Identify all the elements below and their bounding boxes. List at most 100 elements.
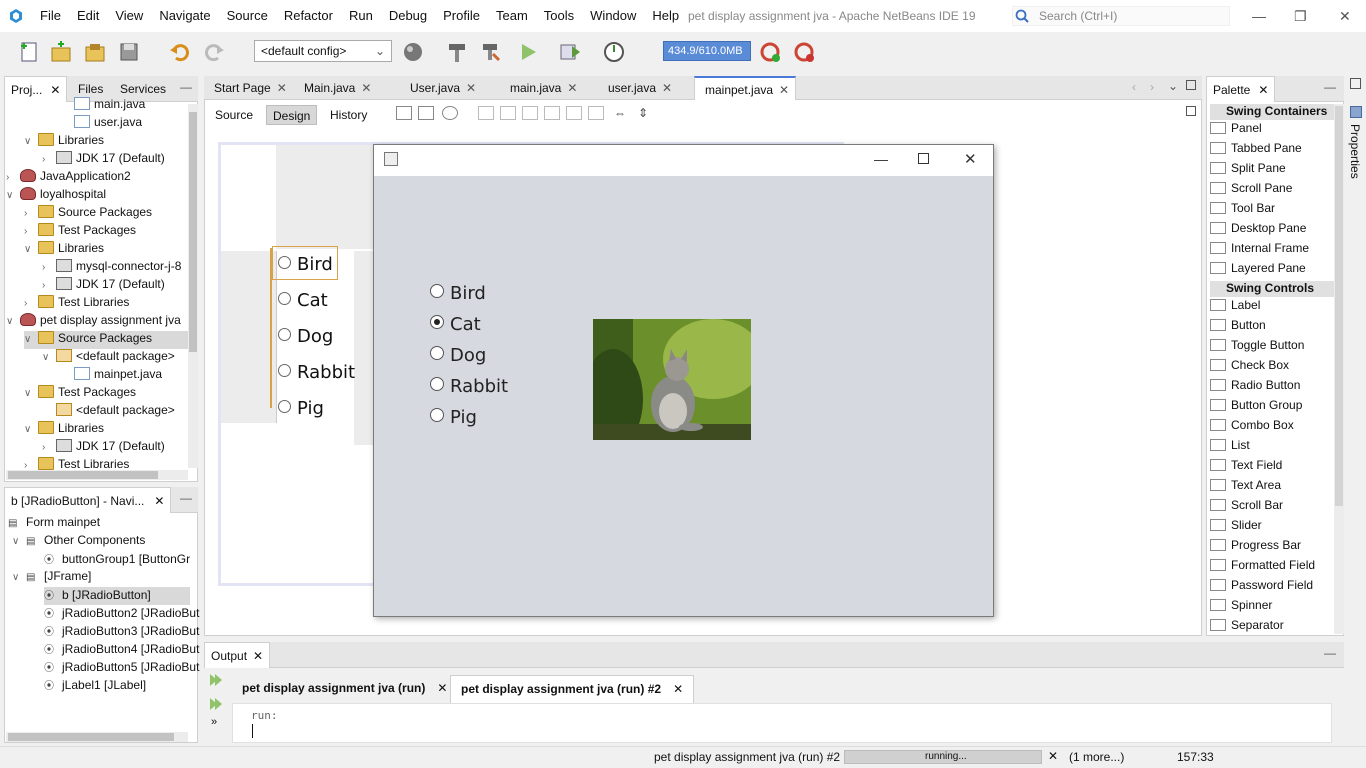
radio-dog[interactable]: Dog <box>430 345 486 366</box>
chevron-down-icon[interactable]: ∨ <box>12 572 22 583</box>
tree-item[interactable]: › JDK 17 (Default) <box>42 151 165 169</box>
chevron-right-icon[interactable]: › <box>24 208 34 219</box>
close-icon[interactable]: ✕ <box>1258 83 1268 97</box>
menu-team[interactable]: Team <box>496 8 536 23</box>
properties-tab[interactable]: Properties <box>1348 124 1362 179</box>
navigator-item[interactable]: ⦿ jRadioButton3 [JRadioBut <box>44 623 199 641</box>
tree-item[interactable]: ∨ pet display assignment jva <box>6 313 181 331</box>
tab-start-page[interactable]: Start Page ✕ <box>204 76 293 100</box>
design-radio-cat[interactable]: Cat <box>278 290 328 311</box>
run-icon[interactable] <box>516 40 540 64</box>
close-icon[interactable]: ✕ <box>673 682 683 696</box>
projects-scrollbar[interactable] <box>188 104 198 468</box>
tree-item[interactable]: ∨ <default package> <box>42 349 175 367</box>
navigator-item[interactable]: ⦿ buttonGroup1 [ButtonGr <box>44 551 190 569</box>
running-app-window[interactable]: — ✕ Bird Cat Dog Rabbit Pig <box>373 144 994 617</box>
tree-item[interactable]: ∨ loyalhospital <box>6 187 106 205</box>
horizontal-resize-icon[interactable]: ⇔ <box>614 106 626 120</box>
palette-item-tool-bar[interactable]: Tool Bar <box>1210 201 1275 221</box>
close-icon[interactable]: ✕ <box>361 81 371 95</box>
chevron-down-icon[interactable]: ⌄ <box>1168 79 1178 93</box>
navigator-item[interactable]: ⦿ b [JRadioButton] <box>44 587 190 605</box>
palette-item-text-area[interactable]: Text Area <box>1210 478 1281 498</box>
gc-snapshot-icon[interactable] <box>792 40 816 64</box>
align-bottom-icon[interactable] <box>566 106 582 120</box>
chevron-right-icon[interactable]: › <box>6 172 16 183</box>
tab-main-java-lower[interactable]: main.java ✕ <box>500 76 583 100</box>
rerun-icon[interactable] <box>208 672 224 688</box>
design-radio-dog[interactable]: Dog <box>278 326 333 347</box>
close-icon[interactable]: ✕ <box>779 83 789 97</box>
palette-item-password-field[interactable]: Password Field <box>1210 578 1313 598</box>
palette-item-formatted-field[interactable]: Formatted Field <box>1210 558 1315 578</box>
tree-item[interactable]: user.java <box>60 115 142 133</box>
tree-item[interactable]: mainpet.java <box>60 367 162 385</box>
tree-item[interactable]: › JavaApplication2 <box>6 169 131 187</box>
close-button[interactable]: ✕ <box>964 150 977 168</box>
close-icon[interactable]: ✕ <box>277 81 287 95</box>
connection-mode-icon[interactable] <box>418 106 434 120</box>
palette-item-combo-box[interactable]: Combo Box <box>1210 418 1294 438</box>
chevron-right-icon[interactable]: › <box>42 442 52 453</box>
new-project-icon[interactable] <box>49 40 73 64</box>
tree-item[interactable]: › Test Libraries <box>24 295 129 313</box>
tab-design[interactable]: Design <box>266 105 318 125</box>
menu-profile[interactable]: Profile <box>443 8 488 23</box>
tree-item[interactable]: ∨ Source Packages <box>24 331 190 349</box>
tab-output[interactable]: Output ✕ <box>204 642 271 668</box>
close-icon[interactable]: ✕ <box>154 494 164 508</box>
palette-item-scroll-pane[interactable]: Scroll Pane <box>1210 181 1292 201</box>
maximize-button[interactable] <box>918 153 929 164</box>
chevron-down-icon[interactable]: ∨ <box>24 388 34 399</box>
align-top-icon[interactable] <box>544 106 560 120</box>
more-actions-icon[interactable]: » <box>211 716 217 728</box>
close-button[interactable]: ✕ <box>1339 8 1351 25</box>
tree-item[interactable]: › JDK 17 (Default) <box>42 439 165 457</box>
output-console[interactable]: run: <box>232 703 1332 743</box>
tree-item[interactable]: ∨ Libraries <box>24 241 104 259</box>
navigator-item[interactable]: ∨ ▤ [JFrame] <box>12 569 91 587</box>
palette-item-slider[interactable]: Slider <box>1210 518 1262 538</box>
tab-projects[interactable]: Proj... ✕ <box>4 76 68 102</box>
palette-item-label[interactable]: Label <box>1210 298 1260 318</box>
chevron-down-icon[interactable]: ∨ <box>24 334 34 345</box>
tree-item[interactable]: ∨ Libraries <box>24 133 104 151</box>
save-all-icon[interactable] <box>117 40 141 64</box>
palette-item-internal-frame[interactable]: Internal Frame <box>1210 241 1309 261</box>
navigator-item[interactable]: ⦿ jLabel1 [JLabel] <box>44 677 146 695</box>
palette-item-desktop-pane[interactable]: Desktop Pane <box>1210 221 1306 241</box>
chevron-down-icon[interactable]: ∨ <box>12 536 22 547</box>
search-input[interactable]: Search (Ctrl+I) <box>1012 6 1230 26</box>
palette-item-button[interactable]: Button <box>1210 318 1266 338</box>
palette-item-tabbed-pane[interactable]: Tabbed Pane <box>1210 141 1302 161</box>
menu-tools[interactable]: Tools <box>544 8 582 23</box>
tab-mainpet-java[interactable]: mainpet.java ✕ <box>694 76 797 100</box>
tab-source[interactable]: Source <box>209 105 259 125</box>
radio-rabbit[interactable]: Rabbit <box>430 376 508 397</box>
navigator-item[interactable]: ⦿ jRadioButton5 [JRadioBut <box>44 659 199 677</box>
palette-item-spinner[interactable]: Spinner <box>1210 598 1272 618</box>
menu-refactor[interactable]: Refactor <box>284 8 341 23</box>
chevron-right-icon[interactable]: › <box>42 154 52 165</box>
close-icon[interactable]: ✕ <box>253 649 263 663</box>
close-icon[interactable]: ✕ <box>662 81 672 95</box>
chevron-down-icon[interactable]: ∨ <box>24 244 34 255</box>
align-left-icon[interactable] <box>478 106 494 120</box>
palette-item-check-box[interactable]: Check Box <box>1210 358 1289 378</box>
chevron-right-icon[interactable]: › <box>1150 80 1154 94</box>
palette-item-text-field[interactable]: Text Field <box>1210 458 1282 478</box>
center-horizontal-icon[interactable] <box>522 106 538 120</box>
chevron-down-icon[interactable]: ∨ <box>24 136 34 147</box>
cancel-task-icon[interactable]: ✕ <box>1048 749 1058 763</box>
menu-navigate[interactable]: Navigate <box>159 8 218 23</box>
rerun-with-params-icon[interactable] <box>208 696 224 712</box>
design-radio-rabbit[interactable]: Rabbit <box>278 362 355 383</box>
tree-item[interactable]: › JDK 17 (Default) <box>42 277 165 295</box>
chevron-left-icon[interactable]: ‹ <box>1132 80 1136 94</box>
tab-palette[interactable]: Palette ✕ <box>1206 76 1276 102</box>
clean-build-icon[interactable] <box>479 40 503 64</box>
minimize-panel-icon[interactable]: — <box>180 80 192 94</box>
debug-icon[interactable] <box>558 40 582 64</box>
maximize-icon[interactable] <box>1186 80 1196 90</box>
restore-button[interactable]: ❐ <box>1294 8 1307 25</box>
